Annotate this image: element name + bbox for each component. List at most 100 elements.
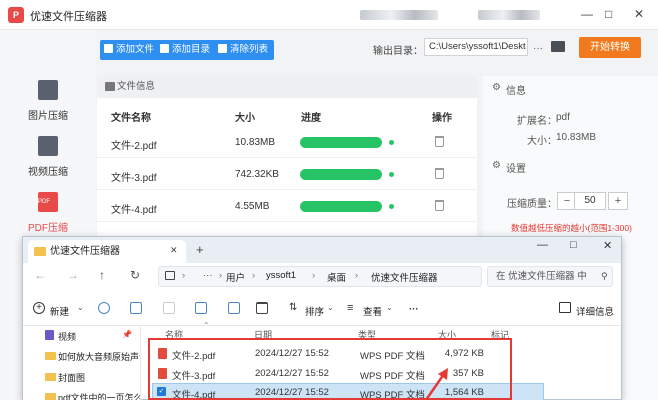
size-value: 10.83MB	[556, 132, 597, 143]
nav-item-folder[interactable]: 封面图	[58, 371, 140, 384]
blurred-user-info	[360, 10, 438, 20]
more-options-icon[interactable]: ···	[533, 43, 543, 54]
app-maximize-button[interactable]: □	[605, 7, 612, 21]
delete-icon[interactable]	[435, 136, 444, 147]
app-title: 优速文件压缩器	[30, 11, 107, 23]
copy-icon[interactable]	[130, 302, 142, 314]
paste-icon[interactable]	[163, 302, 175, 314]
explorer-search-input[interactable]: 在 优速文件压缩器 中	[487, 266, 613, 287]
add-folder-button[interactable]: 添加目录	[156, 40, 217, 60]
refresh-icon[interactable]: ↻	[130, 268, 140, 282]
breadcrumb-users[interactable]: 用户	[226, 270, 245, 284]
sort-icon: ⇅	[289, 302, 298, 313]
rename-icon[interactable]	[195, 302, 207, 314]
done-dot	[389, 204, 394, 209]
search-icon[interactable]: ⚲	[601, 271, 608, 282]
progress-bar	[300, 137, 382, 148]
sidebar-item-pdf-compress[interactable]: PDF压缩	[0, 219, 96, 234]
explorer-close-button[interactable]: ✕	[603, 239, 612, 252]
pin-icon: 📌	[122, 330, 132, 339]
up-icon[interactable]: ↑	[99, 268, 105, 282]
sidebar-item-video-compress[interactable]: 视频压缩	[0, 163, 96, 178]
app-minimize-button[interactable]: —	[581, 7, 593, 21]
more-commands-button[interactable]: ···	[409, 304, 419, 315]
delete-icon[interactable]	[435, 168, 444, 179]
breadcrumb-user[interactable]: yssoft1	[266, 270, 296, 281]
clear-list-button[interactable]: 清除列表	[214, 40, 275, 60]
quality-input[interactable]: 50	[574, 192, 606, 210]
col-header-name: 文件名称	[111, 113, 151, 124]
delete-file-icon[interactable]	[256, 302, 268, 314]
chevron-down-icon[interactable]: ⌄	[386, 303, 393, 312]
close-tab-icon[interactable]: ✕	[170, 245, 178, 256]
view-button[interactable]: 查看	[363, 304, 382, 318]
cut-icon[interactable]	[98, 302, 110, 314]
new-tab-button[interactable]: +	[196, 242, 204, 257]
breadcrumb-chevron-icon: ›	[312, 270, 316, 281]
nav-item-videos[interactable]: 视频	[58, 330, 118, 343]
file-size: 742.32KB	[235, 169, 279, 180]
folder-icon	[45, 352, 56, 360]
folder-icon	[45, 373, 56, 381]
view-icon: ≡	[347, 302, 354, 314]
pdf-icon: PDF	[38, 192, 58, 212]
forward-icon[interactable]: →	[67, 268, 79, 282]
blurred-user-avatar	[478, 10, 540, 20]
nav-item-folder[interactable]: pdf文件中的一页怎么	[58, 391, 140, 400]
explorer-tab[interactable]: 优速文件压缩器	[28, 240, 186, 263]
file-size: 4.55MB	[235, 201, 270, 212]
share-icon[interactable]	[228, 302, 240, 314]
col-header-action: 操作	[432, 113, 452, 124]
app-close-button[interactable]: ✕	[634, 7, 644, 21]
sort-button[interactable]: 排序	[305, 304, 324, 318]
col-header-size: 大小	[235, 113, 255, 124]
sidebar-item-image-compress[interactable]: 图片压缩	[0, 107, 96, 122]
output-dir-input[interactable]: C:\Users\yssoft1\Deskt	[424, 38, 528, 56]
breadcrumb-desktop[interactable]: 桌面	[327, 270, 346, 284]
progress-bar	[300, 169, 382, 180]
video-folder-icon	[45, 330, 54, 340]
app-logo: P	[8, 7, 24, 23]
file-name: 文件-4.pdf	[111, 205, 157, 216]
sort-indicator-icon: ⌃	[203, 321, 210, 330]
file-name: 文件-3.pdf	[111, 173, 157, 184]
quality-label: 压缩质量：	[507, 199, 557, 210]
add-folder-icon	[160, 44, 169, 53]
size-label: 大小：	[527, 136, 557, 147]
add-file-icon	[104, 44, 113, 53]
details-pane-button[interactable]: 详细信息	[576, 304, 614, 318]
monitor-icon	[165, 271, 175, 280]
breadcrumb-folder[interactable]: 优速文件压缩器	[371, 270, 438, 284]
start-convert-button[interactable]: 开始转换	[579, 37, 641, 58]
chevron-down-icon[interactable]: ⌄	[77, 303, 84, 312]
new-icon: +	[33, 302, 45, 314]
add-folder-label: 添加目录	[172, 44, 211, 55]
folder-icon	[34, 247, 46, 256]
output-dir-label: 输出目录：	[373, 46, 423, 57]
nav-item-folder[interactable]: 如何放大音频原始声音	[58, 350, 140, 363]
explorer-minimize-button[interactable]: —	[537, 239, 548, 251]
video-icon	[38, 136, 58, 156]
details-pane-icon	[559, 302, 571, 313]
settings-header: 设置	[506, 164, 526, 175]
new-button[interactable]: 新建	[50, 304, 69, 318]
back-icon[interactable]: ←	[34, 268, 46, 282]
delete-icon[interactable]	[435, 200, 444, 211]
quality-increase-button[interactable]: +	[608, 192, 628, 210]
col-header-progress: 进度	[301, 113, 321, 124]
explorer-maximize-button[interactable]: □	[570, 239, 577, 251]
ext-value: pdf	[556, 112, 570, 123]
add-file-label: 添加文件	[116, 44, 155, 55]
add-file-button[interactable]: 添加文件	[100, 40, 161, 60]
folder-open-icon[interactable]	[551, 41, 565, 52]
clear-icon	[218, 44, 227, 53]
breadcrumb-chevron-icon: ›	[219, 270, 223, 281]
settings-gear-icon: ⚙	[492, 160, 501, 171]
breadcrumb-more-icon[interactable]: ···	[203, 270, 213, 281]
breadcrumb-chevron-icon: ›	[355, 270, 359, 281]
info-header: 信息	[506, 86, 526, 97]
image-icon	[38, 80, 58, 100]
gear-icon: ⚙	[492, 82, 501, 93]
clear-list-label: 清除列表	[230, 44, 269, 55]
chevron-down-icon[interactable]: ⌄	[327, 303, 334, 312]
